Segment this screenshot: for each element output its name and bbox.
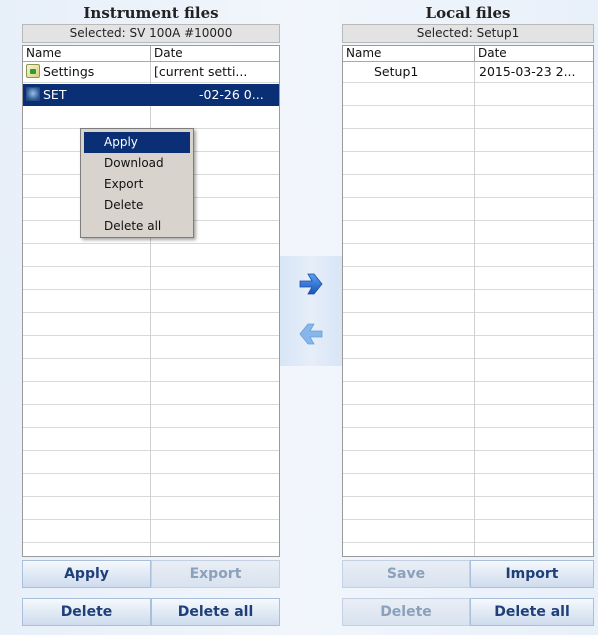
instrument-delete-all-button[interactable]: Delete all [151,598,280,626]
local-save-button[interactable]: Save [342,560,470,588]
row-name: SET [43,87,67,102]
row-name: Settings [43,64,95,79]
column-divider [474,46,475,556]
column-header-name[interactable]: Name [343,46,381,61]
context-menu-export[interactable]: Export [84,174,190,195]
instrument-grid-header: Name Date [23,46,279,62]
setup-file-icon [26,87,40,101]
row-date: 2015-03-23 2... [479,64,576,79]
instrument-files-panel: Instrument files Selected: SV 100A #1000… [22,0,280,635]
column-header-name[interactable]: Name [23,46,61,61]
local-delete-all-button[interactable]: Delete all [470,598,594,626]
instrument-selected-label: Selected: SV 100A #10000 [22,24,280,43]
column-divider [150,46,151,556]
instrument-delete-button[interactable]: Delete [22,598,151,626]
arrow-left-icon[interactable] [297,320,325,348]
instrument-files-title: Instrument files [83,4,219,22]
local-files-title: Local files [425,4,511,22]
local-files-panel: Local files Selected: Setup1 Name Date S… [342,0,594,635]
local-grid-header: Name Date [343,46,593,62]
table-row[interactable]: Settings [current setti... [23,61,279,83]
context-menu-delete-all[interactable]: Delete all [84,216,190,237]
local-selected-label: Selected: Setup1 [342,24,594,43]
context-menu-delete[interactable]: Delete [84,195,190,216]
local-delete-button[interactable]: Delete [342,598,470,626]
transfer-arrows [280,256,342,366]
row-date: -02-26 0... [199,87,264,102]
row-name: Setup1 [374,64,419,79]
row-date: [current setti... [154,64,248,79]
instrument-files-grid[interactable]: Name Date Settings [current setti... SET… [22,45,280,557]
column-header-date[interactable]: Date [151,46,183,61]
instrument-apply-button[interactable]: Apply [22,560,151,588]
context-menu: Apply Download Export Delete Delete all [80,128,194,238]
table-row[interactable]: Setup1 2015-03-23 2... [343,61,593,83]
context-menu-apply[interactable]: Apply [84,132,190,153]
settings-file-icon [26,64,40,78]
table-row-selected[interactable]: SET -02-26 0... [23,84,279,106]
local-import-button[interactable]: Import [470,560,594,588]
context-menu-download[interactable]: Download [84,153,190,174]
local-files-grid[interactable]: Name Date Setup1 2015-03-23 2... [342,45,594,557]
column-header-date[interactable]: Date [475,46,507,61]
instrument-export-button[interactable]: Export [151,560,280,588]
arrow-right-icon[interactable] [297,270,325,298]
